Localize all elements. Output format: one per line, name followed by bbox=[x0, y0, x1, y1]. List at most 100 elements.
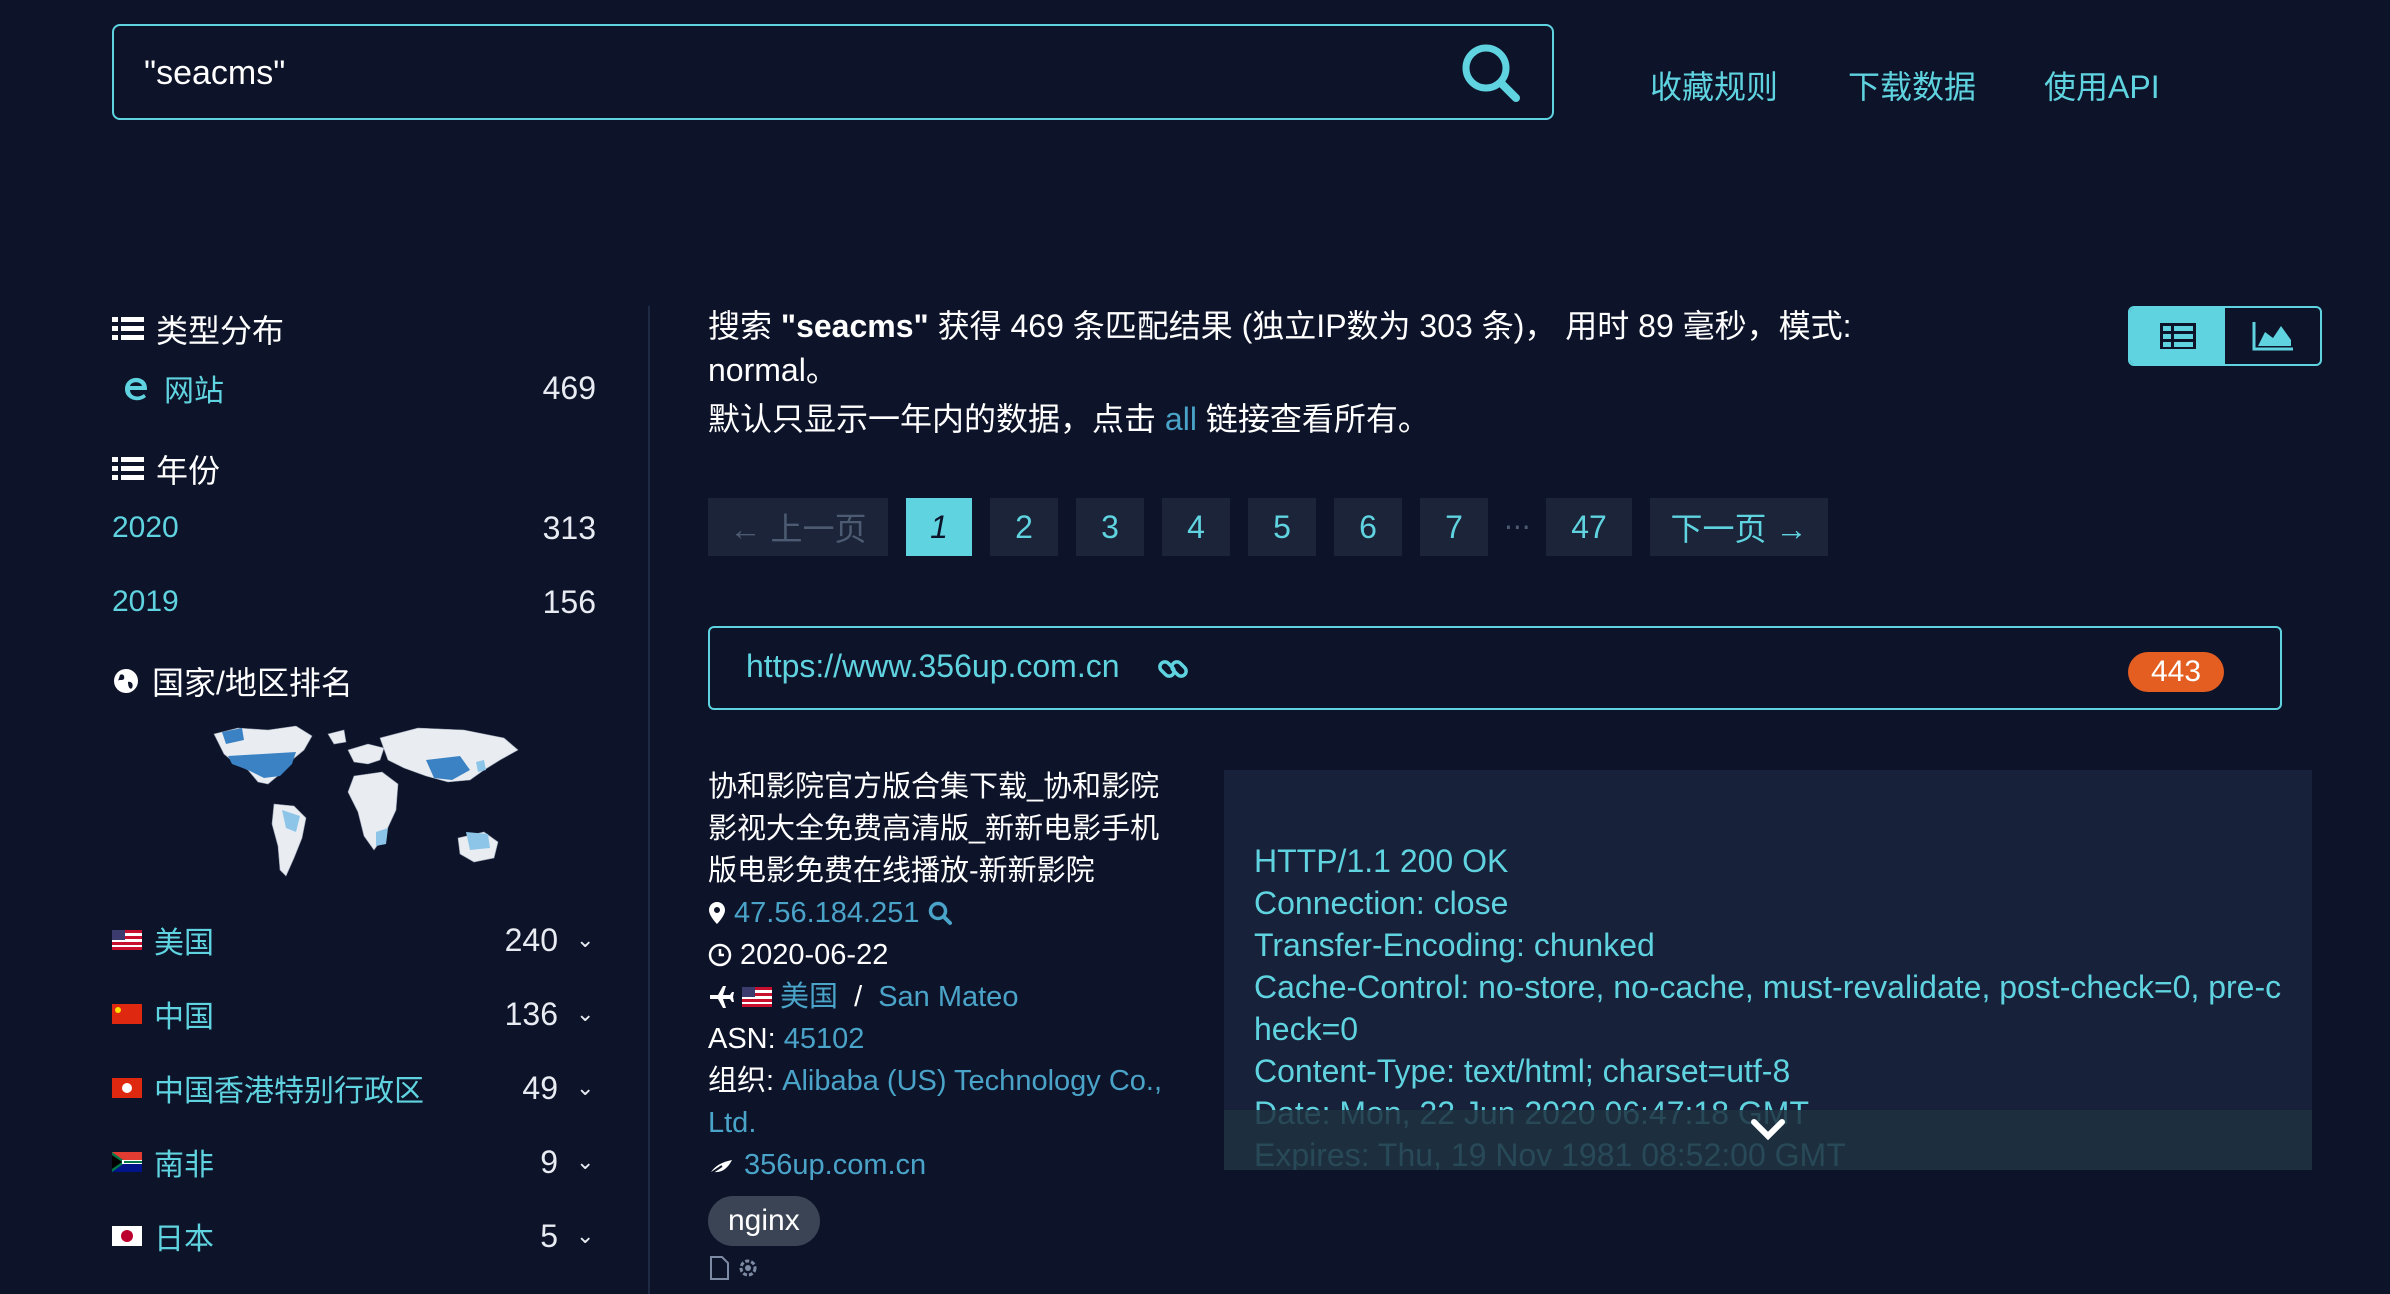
chevron-down-icon[interactable]: ⌄ bbox=[576, 1149, 596, 1175]
country-label: 美国 bbox=[154, 927, 214, 960]
sidebar-divider bbox=[648, 306, 650, 1294]
all-link[interactable]: all bbox=[1165, 401, 1197, 437]
ip-link[interactable]: 47.56.184.251 bbox=[734, 892, 919, 934]
country-count: 136 bbox=[504, 995, 558, 1032]
search-input[interactable] bbox=[142, 40, 1446, 106]
domain-link[interactable]: 356up.com.cn bbox=[744, 1144, 926, 1186]
ie-icon bbox=[125, 377, 147, 401]
leaf-icon bbox=[709, 1160, 732, 1175]
country-ranking-title: 国家/地区排名 bbox=[152, 665, 353, 701]
chevron-down-icon[interactable]: ⌄ bbox=[576, 1223, 596, 1249]
result-title: 协和影院官方版合集下载_协和影院影视大全免费高清版_新新电影手机版电影免费在线播… bbox=[708, 771, 1160, 887]
link-icon[interactable] bbox=[1156, 652, 1190, 686]
result-info: 协和影院官方版合集下载_协和影院影视大全免费高清版_新新电影手机版电影免费在线播… bbox=[708, 766, 1188, 1280]
location-separator: / bbox=[846, 981, 871, 1013]
result-summary: 搜索 "seacms" 获得 469 条匹配结果 (独立IP数为 303 条)，… bbox=[708, 304, 1978, 392]
list-icon bbox=[2159, 323, 2196, 349]
page-5-button[interactable]: 5 bbox=[1248, 498, 1316, 556]
year-item-count: 156 bbox=[542, 583, 596, 620]
search-box[interactable] bbox=[112, 24, 1554, 120]
year-title: 年份 bbox=[156, 453, 221, 489]
us-flag-icon bbox=[112, 930, 142, 950]
org-label: 组织: bbox=[708, 1065, 783, 1097]
za-flag-icon bbox=[112, 1152, 142, 1172]
favorite-rules-link[interactable]: 收藏规则 bbox=[1650, 62, 1778, 108]
pagination-ellipsis: ··· bbox=[1504, 510, 1531, 544]
page-2-button[interactable]: 2 bbox=[990, 498, 1058, 556]
result-url-link[interactable]: https://www.356up.com.cn bbox=[746, 648, 1120, 685]
chevron-down-icon[interactable] bbox=[1750, 1118, 1786, 1142]
country-link[interactable]: 美国 bbox=[780, 976, 838, 1018]
year-item-label: 2020 bbox=[112, 511, 179, 544]
list-view-button[interactable] bbox=[2130, 308, 2225, 364]
download-data-link[interactable]: 下载数据 bbox=[1848, 62, 1976, 108]
type-distribution-title: 类型分布 bbox=[156, 313, 285, 349]
country-label: 中国香港特别行政区 bbox=[154, 1075, 424, 1108]
asn-link[interactable]: 45102 bbox=[784, 1023, 865, 1055]
country-count: 49 bbox=[522, 1069, 558, 1106]
jp-flag-icon bbox=[112, 1226, 142, 1246]
chevron-down-icon[interactable]: ⌄ bbox=[576, 1075, 596, 1101]
api-link[interactable]: 使用API bbox=[2044, 62, 2160, 108]
hint-suffix: 链接查看所有。 bbox=[1196, 401, 1430, 437]
chevron-down-icon[interactable]: ⌄ bbox=[576, 927, 596, 953]
search-icon[interactable] bbox=[1458, 40, 1524, 106]
view-toggle bbox=[2128, 306, 2322, 366]
page-4-button[interactable]: 4 bbox=[1162, 498, 1230, 556]
http-headers-panel: HTTP/1.1 200 OK Connection: close Transf… bbox=[1224, 770, 2312, 1170]
asn-label: ASN: bbox=[708, 1023, 784, 1055]
country-item-za[interactable]: 南非 9 ⌄ bbox=[112, 1140, 596, 1184]
type-item-label: 网站 bbox=[164, 375, 224, 408]
area-chart-icon bbox=[2252, 322, 2293, 351]
list-icon bbox=[112, 317, 144, 340]
page-3-button[interactable]: 3 bbox=[1076, 498, 1144, 556]
chart-view-button[interactable] bbox=[2225, 308, 2320, 364]
result-url-bar: https://www.356up.com.cn 443 bbox=[708, 626, 2282, 710]
type-distribution-heading: 类型分布 bbox=[112, 306, 284, 352]
result-tools bbox=[708, 1256, 1188, 1280]
prev-page-button[interactable]: ← 上一页 bbox=[708, 498, 888, 556]
type-item-website[interactable]: 网站 469 bbox=[112, 366, 596, 410]
server-tag[interactable]: nginx bbox=[708, 1196, 820, 1246]
world-map bbox=[213, 725, 519, 877]
cn-flag-icon bbox=[112, 1004, 142, 1024]
country-item-cn[interactable]: 中国 136 ⌄ bbox=[112, 992, 596, 1036]
summary-prefix: 搜索 bbox=[708, 308, 781, 344]
country-item-hk[interactable]: 中国香港特别行政区 49 ⌄ bbox=[112, 1066, 596, 1110]
result-date: 2020-06-22 bbox=[740, 939, 889, 971]
plane-icon bbox=[710, 986, 734, 1008]
type-item-count: 469 bbox=[542, 369, 596, 406]
expand-bar[interactable] bbox=[1224, 1110, 2312, 1170]
page-1-button[interactable]: 1 bbox=[906, 498, 972, 556]
chevron-down-icon[interactable]: ⌄ bbox=[576, 1001, 596, 1027]
globe-icon bbox=[114, 669, 138, 693]
country-item-us[interactable]: 美国 240 ⌄ bbox=[112, 918, 596, 962]
city-link[interactable]: San Mateo bbox=[878, 976, 1018, 1018]
search-icon[interactable] bbox=[927, 900, 953, 926]
document-icon[interactable] bbox=[708, 1256, 730, 1280]
year-item-2019[interactable]: 2019 156 bbox=[112, 580, 596, 624]
list-icon bbox=[112, 457, 144, 480]
page-7-button[interactable]: 7 bbox=[1420, 498, 1488, 556]
country-ranking-heading: 国家/地区排名 bbox=[112, 658, 353, 704]
next-page-button[interactable]: 下一页 → bbox=[1650, 498, 1828, 556]
year-heading: 年份 bbox=[112, 446, 220, 492]
year-item-count: 313 bbox=[542, 509, 596, 546]
country-item-jp[interactable]: 日本 5 ⌄ bbox=[112, 1214, 596, 1258]
summary-query: "seacms" bbox=[780, 308, 929, 344]
hint-prefix: 默认只显示一年内的数据，点击 bbox=[708, 401, 1165, 437]
us-flag-icon bbox=[742, 987, 772, 1007]
country-count: 240 bbox=[504, 921, 558, 958]
gear-icon[interactable] bbox=[736, 1256, 760, 1280]
port-badge[interactable]: 443 bbox=[2128, 652, 2224, 692]
page-6-button[interactable]: 6 bbox=[1334, 498, 1402, 556]
year-item-2020[interactable]: 2020 313 bbox=[112, 506, 596, 550]
country-count: 5 bbox=[540, 1217, 558, 1254]
clock-icon bbox=[708, 943, 732, 967]
result-hint: 默认只显示一年内的数据，点击 all 链接查看所有。 bbox=[708, 394, 1430, 440]
year-item-label: 2019 bbox=[112, 585, 179, 618]
page-last-button[interactable]: 47 bbox=[1546, 498, 1632, 556]
country-label: 日本 bbox=[154, 1223, 214, 1256]
hk-flag-icon bbox=[112, 1078, 142, 1098]
country-label: 南非 bbox=[154, 1149, 214, 1182]
